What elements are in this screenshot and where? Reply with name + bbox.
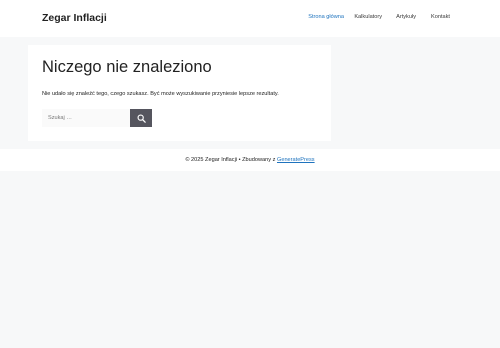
search-button[interactable] (130, 109, 152, 127)
nav-item-contact[interactable]: Kontakt (431, 14, 450, 20)
footer-copyright: © 2025 Zegar Inflacji • Zbudowany z Gene… (0, 157, 500, 163)
site-header: Zegar Inflacji Strona główna Kalkulatory… (0, 0, 500, 37)
search-form (42, 109, 152, 127)
nav-item-calculators[interactable]: Kalkulatory (354, 14, 382, 20)
search-icon (137, 114, 146, 123)
no-results-box: Niczego nie znaleziono Nie udało się zna… (28, 45, 331, 141)
nav-item-home[interactable]: Strona główna (308, 14, 344, 20)
page-title: Niczego nie znaleziono (42, 58, 212, 76)
site-title-link[interactable]: Zegar Inflacji (42, 12, 107, 24)
site-footer: © 2025 Zegar Inflacji • Zbudowany z Gene… (0, 149, 500, 171)
footer-generatepress-link[interactable]: GeneratePress (277, 157, 315, 163)
search-input[interactable] (42, 109, 130, 127)
nav-item-articles[interactable]: Artykuły (396, 14, 416, 20)
no-results-message: Nie udało się znaleźć tego, czego szukas… (42, 91, 279, 97)
footer-text: © 2025 Zegar Inflacji • Zbudowany z (185, 157, 276, 163)
